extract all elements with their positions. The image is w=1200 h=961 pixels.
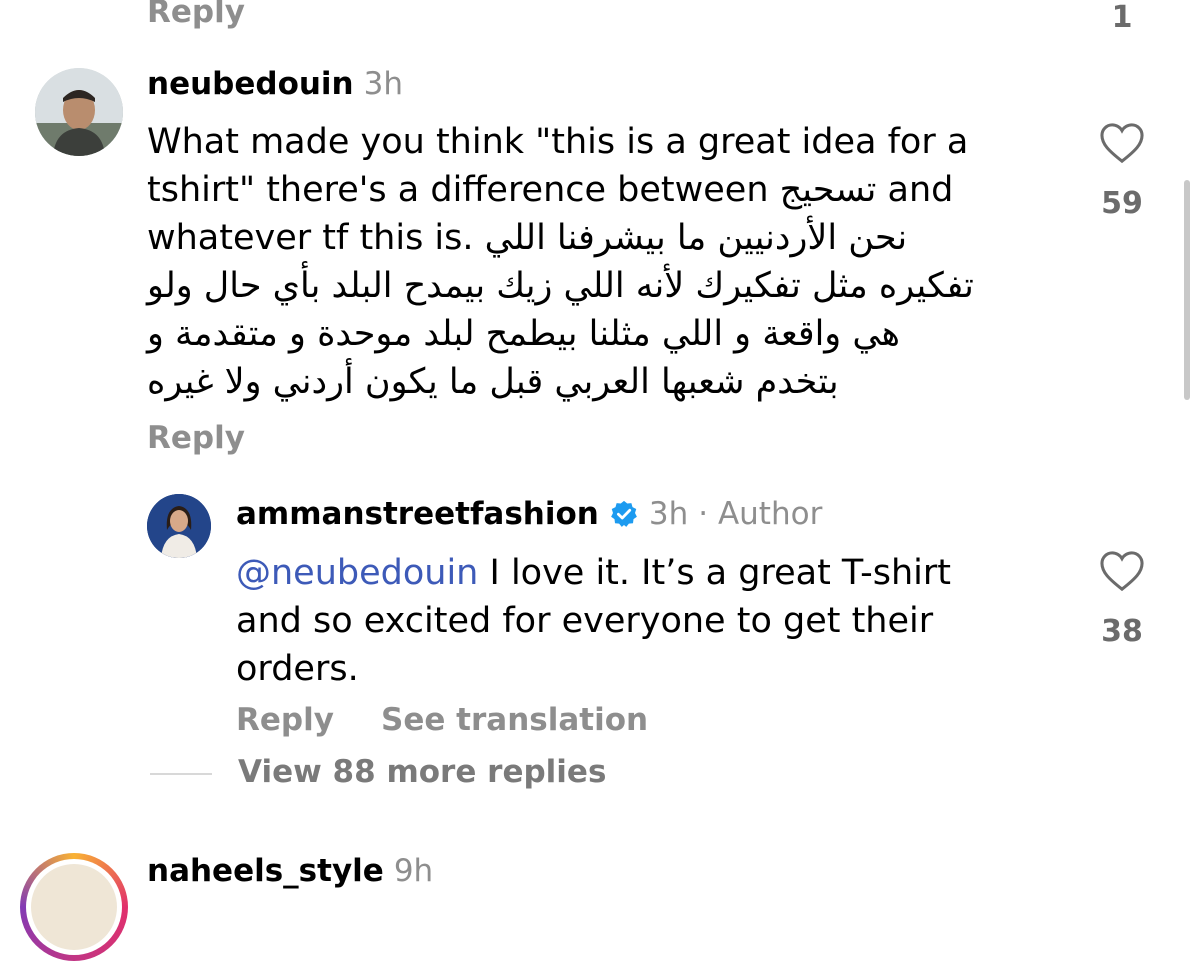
timestamp: 9h: [393, 853, 434, 889]
avatar: [31, 864, 117, 950]
avatar-photo: [147, 494, 211, 558]
comment-text: What made you think "this is a great ide…: [147, 118, 1067, 406]
reply-actions: Reply See translation: [236, 702, 648, 738]
author-label: · Author: [698, 496, 823, 532]
timestamp: 3h: [648, 496, 689, 532]
reply-button[interactable]: Reply: [236, 702, 334, 738]
verified-badge-icon: [610, 500, 637, 527]
reply-line: orders.: [236, 649, 359, 689]
comment-line: What made you think "this is a great ide…: [147, 122, 969, 162]
scrollbar[interactable]: [1184, 180, 1190, 400]
heart-icon: [1100, 551, 1144, 592]
comment-header: neubedouin 3h: [147, 66, 403, 102]
comment-line: whatever tf this is. نحن الأردنيين ما بي…: [147, 218, 908, 258]
reply-button[interactable]: Reply: [147, 0, 245, 30]
mention-link[interactable]: @neubedouin: [236, 553, 478, 593]
reply-line: and so excited for everyone to get their: [236, 601, 934, 641]
reply-button[interactable]: Reply: [147, 420, 245, 456]
like-count: 59: [1101, 186, 1143, 221]
comment-line: تفكيره مثل تفكيرك لأنه اللي زيك بيمدح ال…: [147, 266, 974, 306]
timestamp: 3h: [363, 66, 404, 102]
view-more-replies-button[interactable]: View 88 more replies: [238, 754, 606, 790]
see-translation-button[interactable]: See translation: [381, 702, 648, 738]
comment-line: بتخدم شعبها العربي قبل ما يكون أردني ولا…: [147, 362, 839, 402]
reply-line-text: I love it. It’s a great T-shirt: [478, 553, 951, 593]
reply-line: @neubedouin I love it. It’s a great T-sh…: [236, 549, 1036, 597]
like-button[interactable]: [1099, 550, 1145, 596]
reply-header: ammanstreetfashion 3h · Author: [236, 496, 822, 532]
username[interactable]: naheels_style: [147, 853, 384, 889]
heart-icon: [1100, 123, 1144, 164]
comment-line: tshirt" there's a difference between تسح…: [147, 170, 954, 210]
avatar[interactable]: [147, 494, 211, 558]
like-count: 38: [1101, 614, 1143, 649]
reply-text: @neubedouin I love it. It’s a great T-sh…: [236, 549, 1036, 693]
like-button[interactable]: [1099, 122, 1145, 168]
avatar[interactable]: [35, 68, 123, 156]
divider-line: [150, 773, 212, 775]
avatar-story-ring[interactable]: [20, 853, 128, 961]
avatar-photo: [35, 68, 123, 156]
username[interactable]: neubedouin: [147, 66, 354, 102]
comment-line: هي واقعة و اللي مثلنا بيطمح لبلد موحدة و…: [147, 314, 900, 354]
like-count: 1: [1111, 0, 1133, 35]
username[interactable]: ammanstreetfashion: [236, 496, 599, 532]
comment-header: naheels_style 9h: [147, 853, 433, 889]
